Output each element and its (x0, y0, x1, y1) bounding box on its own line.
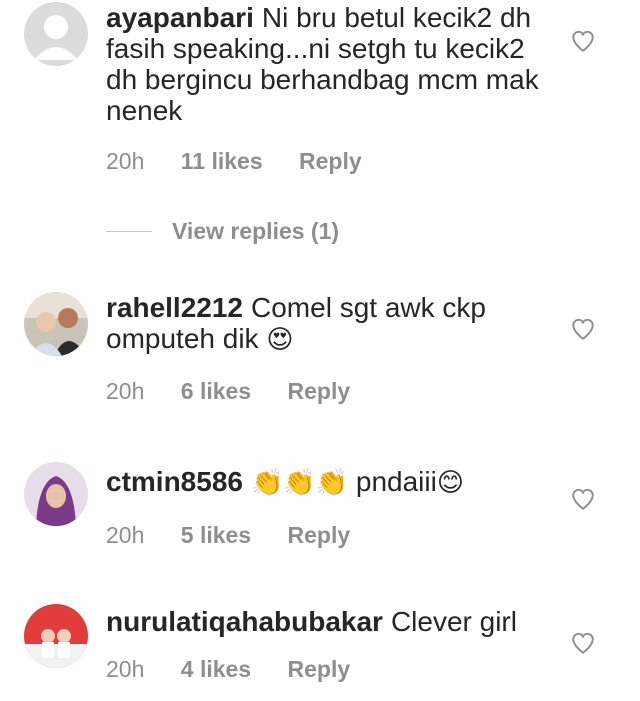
view-replies-button[interactable]: View replies (1) (106, 218, 339, 245)
smile-emoji: 😊 (436, 468, 464, 498)
comment-likes[interactable]: 11 likes (181, 148, 263, 174)
view-replies-label: View replies (1) (172, 218, 340, 244)
comment-body: rahell2212 Comel sgt awk ckp omputeh dik … (106, 292, 546, 356)
heart-icon[interactable] (570, 630, 596, 656)
reply-button[interactable]: Reply (299, 148, 362, 174)
comment-meta: 20h 4 likes Reply (106, 656, 380, 683)
avatar[interactable] (24, 292, 88, 356)
comment-text: pndaiii (355, 466, 437, 497)
profile-photo-icon (24, 292, 88, 356)
comment-likes[interactable]: 5 likes (181, 522, 251, 548)
divider-line (106, 231, 152, 232)
comment-text-block: ayapanbari Ni bru betul kecik2 dh fasih s… (106, 2, 546, 126)
comment-username[interactable]: ctmin8586 (106, 466, 243, 497)
comment-body: ctmin8586 👏👏👏 pndaiii😊 (106, 466, 546, 499)
comment-time: 20h (106, 148, 145, 174)
comment-meta: 20h 6 likes Reply (106, 378, 380, 405)
profile-photo-icon (24, 604, 88, 668)
comment-text-block: ctmin8586 👏👏👏 pndaiii😊 (106, 466, 546, 499)
reply-button[interactable]: Reply (288, 656, 351, 682)
comment-body: nurulatiqahabubakar Clever girl (106, 606, 546, 637)
comment-username[interactable]: nurulatiqahabubakar (106, 606, 383, 637)
avatar[interactable] (24, 604, 88, 668)
comment-username[interactable]: ayapanbari (106, 2, 254, 33)
comment-body: ayapanbari Ni bru betul kecik2 dh fasih s… (106, 2, 546, 126)
comment-text-block: rahell2212 Comel sgt awk ckp omputeh dik … (106, 292, 546, 356)
comment-username[interactable]: rahell2212 (106, 292, 243, 323)
comment-time: 20h (106, 656, 145, 682)
comment-time: 20h (106, 378, 145, 404)
clapping-emoji: 👏👏👏 (250, 468, 349, 498)
avatar[interactable] (24, 462, 88, 526)
reply-button[interactable]: Reply (288, 378, 351, 404)
heart-icon[interactable] (570, 28, 596, 54)
comment-time: 20h (106, 522, 145, 548)
comment-meta: 20h 11 likes Reply (106, 148, 392, 175)
reply-button[interactable]: Reply (288, 522, 351, 548)
comment-likes[interactable]: 6 likes (181, 378, 251, 404)
heart-icon[interactable] (570, 486, 596, 512)
heart-eyes-emoji: 😍 (266, 325, 294, 355)
comment-text: Clever girl (390, 606, 517, 637)
heart-icon[interactable] (570, 316, 596, 342)
comment-text-block: nurulatiqahabubakar Clever girl (106, 606, 546, 637)
profile-photo-icon (24, 462, 88, 526)
avatar[interactable] (24, 2, 88, 66)
comment-meta: 20h 5 likes Reply (106, 522, 380, 549)
comment-likes[interactable]: 4 likes (181, 656, 251, 682)
default-avatar-icon (24, 2, 88, 66)
